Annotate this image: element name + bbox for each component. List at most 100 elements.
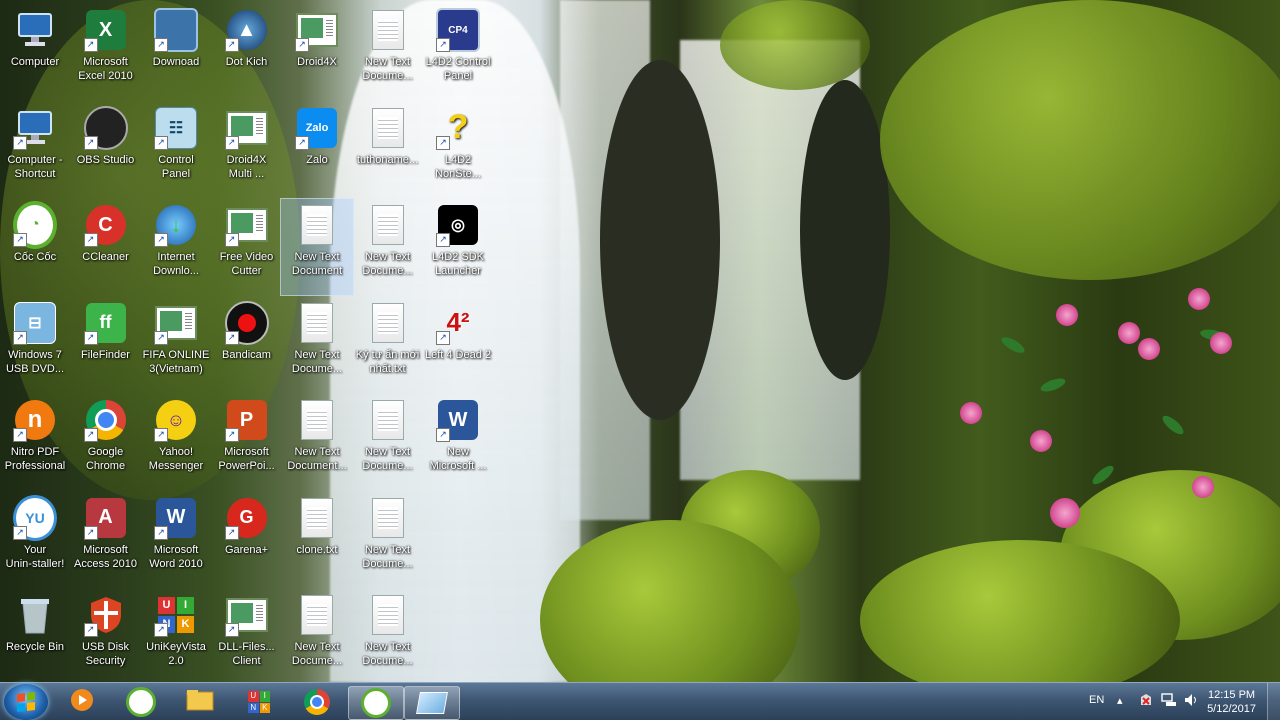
desktop-icon-label: tuthoname... xyxy=(356,153,419,166)
desktop-icon-label: Yahoo! Messenger xyxy=(148,446,204,472)
desktop-icon[interactable]: UINK↗ UniKeyVista 2.0 xyxy=(140,589,212,682)
desktop-icon[interactable]: ☷ ↗ Control Panel xyxy=(140,102,212,198)
desktop-icon[interactable]: ? ↗ L4D2 NonSte... xyxy=(422,102,494,198)
desktop-icon[interactable]: ↗ USB Disk Security xyxy=(70,589,142,682)
desktop-icon[interactable]: ↗ Google Chrome xyxy=(70,394,142,490)
taskbar-button[interactable] xyxy=(114,686,168,718)
window-app-icon: ↗ xyxy=(295,8,339,52)
desktop-icon[interactable]: ↗ DLL-Files... Client xyxy=(211,589,283,682)
desktop-icon[interactable]: Zalo ↗ Zalo xyxy=(281,102,353,198)
desktop-icon[interactable]: ↗ Droid4X xyxy=(281,4,353,100)
desktop-icon[interactable]: YU ↗ Your Unin-staller! xyxy=(0,492,71,588)
desktop-icon[interactable]: C ↗ CCleaner xyxy=(70,199,142,295)
desktop-icon-label: Microsoft Access 2010 xyxy=(74,543,137,570)
desktop-icon[interactable]: Computer xyxy=(0,4,71,100)
action-center-icon[interactable] xyxy=(1139,693,1153,707)
desktop-icon-label: Microsoft Excel 2010 xyxy=(78,56,133,82)
desktop-icon-label: Ký tự ẩn mới nhất.txt xyxy=(355,348,420,375)
desktop-icon[interactable]: Recycle Bin xyxy=(0,589,71,682)
access-icon: A ↗ xyxy=(83,496,128,540)
shortcut-arrow-icon: ↗ xyxy=(295,135,309,150)
desktop-icon[interactable]: New Text Docume... xyxy=(352,492,424,588)
desktop-icon[interactable]: New Text Docume... xyxy=(352,589,424,682)
desktop-icon[interactable]: ◎ ↗ L4D2 SDK Launcher xyxy=(422,199,494,295)
unikey-icon: UINK xyxy=(248,691,270,713)
desktop-icon[interactable]: ▲ ↗ Dot Kich xyxy=(211,4,283,100)
desktop-icon-label: CCleaner xyxy=(82,251,129,263)
desktop-icon[interactable]: ↓ ↗ Internet Downlo... xyxy=(140,199,212,295)
desktop-icon[interactable]: New Text Docume... xyxy=(352,4,424,100)
taskbar-button[interactable] xyxy=(404,686,460,720)
desktop-icon-label: Nitro PDF Professional xyxy=(4,446,66,472)
desktop-icon[interactable]: ☺ ↗ Yahoo! Messenger xyxy=(140,394,212,490)
desktop-icon[interactable]: P ↗ Microsoft PowerPoi... xyxy=(211,394,283,490)
desktop-icon[interactable]: W ↗ New Microsoft ... xyxy=(422,394,494,490)
window-app-icon: ↗ xyxy=(224,106,269,150)
text-document-icon xyxy=(366,203,410,247)
desktop-icon[interactable]: ↗ Downoad xyxy=(140,4,212,100)
window-app-icon: ↗ xyxy=(154,301,198,345)
desktop-icon[interactable]: Ký tự ẩn mới nhất.txt xyxy=(352,297,424,393)
desktop-icon[interactable]: ⊟ ↗ Windows 7 USB DVD... xyxy=(0,297,71,393)
desktop-icon[interactable]: New Text Document (5).txt xyxy=(280,198,354,296)
desktop-icon[interactable]: CP4 ↗ L4D2 Control Panel xyxy=(422,4,494,100)
desktop-icon-label: Internet Downlo... xyxy=(153,251,199,277)
desktop-icon[interactable]: New Text Docume... xyxy=(352,199,424,295)
taskbar-button[interactable] xyxy=(55,686,109,718)
desktop-icon[interactable]: 4² ↗ Left 4 Dead 2 xyxy=(422,297,494,393)
desktop-icon-label: L4D2 Control Panel xyxy=(425,56,491,82)
shortcut-arrow-icon: ↗ xyxy=(224,135,239,150)
desktop-icon-label: L4D2 NonSte... xyxy=(435,153,481,180)
shortcut-arrow-icon: ↗ xyxy=(224,233,239,247)
word-icon: W ↗ xyxy=(154,496,198,540)
desktop-icon[interactable]: New Text Docume... xyxy=(281,589,353,682)
desktop-icon[interactable]: X ↗ Microsoft Excel 2010 xyxy=(70,4,142,100)
desktop-icon[interactable]: ◔ ↗ Cốc Cốc xyxy=(0,199,71,295)
volume-icon[interactable] xyxy=(1184,693,1200,710)
text-document-icon xyxy=(295,301,339,345)
filefinder-icon: ff ↗ xyxy=(83,301,128,345)
zalo-icon: Zalo ↗ xyxy=(295,106,339,150)
start-button[interactable] xyxy=(4,684,48,720)
text-document-icon xyxy=(366,301,410,345)
show-desktop-button[interactable] xyxy=(1267,683,1280,720)
desktop-icon-label: Computer - Shortcut xyxy=(7,153,63,180)
desktop-icon[interactable]: ↗ OBS Studio xyxy=(70,102,142,198)
desktop-icon[interactable]: New Text Docume... xyxy=(352,394,424,490)
desktop-icon[interactable]: ↗ FIFA ONLINE 3(Vietnam) xyxy=(140,297,212,393)
folder-icon: ↗ xyxy=(154,8,198,52)
desktop-icon[interactable]: A ↗ Microsoft Access 2010 xyxy=(70,492,142,588)
show-hidden-icons-icon[interactable]: ▴ xyxy=(1117,694,1123,707)
taskbar-button[interactable] xyxy=(173,686,227,718)
taskbar-button[interactable] xyxy=(348,686,404,720)
desktop-icon[interactable]: ↗ Bandicam xyxy=(211,297,283,393)
desktop-icon[interactable]: tuthoname... xyxy=(352,102,424,198)
shortcut-arrow-icon: ↗ xyxy=(154,233,168,247)
taskbar-button[interactable]: UINK xyxy=(232,686,286,718)
desktop-icon[interactable]: clone.txt xyxy=(281,492,353,588)
desktop-icon[interactable]: ↗ Droid4X Multi ... xyxy=(211,102,283,198)
shortcut-arrow-icon: ↗ xyxy=(224,525,239,540)
shortcut-arrow-icon: ↗ xyxy=(436,233,450,247)
shortcut-arrow-icon: ↗ xyxy=(436,38,450,52)
shortcut-arrow-icon: ↗ xyxy=(154,135,168,150)
network-icon[interactable] xyxy=(1161,693,1177,710)
word-icon: W ↗ xyxy=(436,398,480,442)
desktop-icon[interactable]: ff ↗ FileFinder xyxy=(70,297,142,393)
shortcut-arrow-icon: ↗ xyxy=(13,135,27,150)
desktop-icon-label: Google Chrome xyxy=(85,446,126,472)
desktop-icon[interactable]: New Text Document... xyxy=(281,394,353,490)
shortcut-arrow-icon: ↗ xyxy=(13,428,27,442)
desktop-icon[interactable]: ↗ Free Video Cutter xyxy=(211,199,283,295)
taskbar-button[interactable] xyxy=(290,686,344,718)
desktop-icon[interactable]: New Text Docume... xyxy=(281,297,353,393)
powerpoint-icon: P ↗ xyxy=(224,398,269,442)
desktop-icon[interactable]: W ↗ Microsoft Word 2010 xyxy=(140,492,212,588)
clock-date: 5/12/2017 xyxy=(1207,703,1256,715)
language-indicator[interactable]: EN xyxy=(1089,694,1104,706)
desktop-icon[interactable]: G ↗ Garena+ xyxy=(211,492,283,588)
system-clock[interactable]: 12:15 PM 5/12/2017 xyxy=(1207,688,1256,716)
desktop-icon[interactable]: n ↗ Nitro PDF Professional xyxy=(0,394,71,490)
ccleaner-icon: C ↗ xyxy=(83,203,128,247)
desktop-icon[interactable]: ↗ Computer - Shortcut xyxy=(0,102,71,198)
